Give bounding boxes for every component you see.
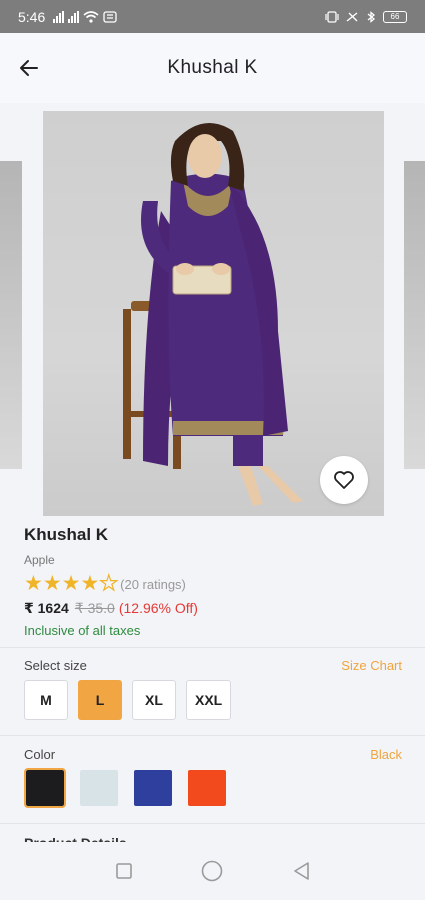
discount-label: (12.96% Off) (118, 600, 198, 616)
color-swatch[interactable] (80, 770, 118, 806)
size-options: M L XL XXL (24, 680, 232, 720)
data-icon (103, 10, 117, 23)
alarm-icon (346, 11, 358, 22)
selected-color-name: Black (370, 747, 402, 762)
divider (0, 647, 425, 648)
signal-icon (53, 10, 65, 23)
signal-icon-2 (68, 10, 80, 23)
heart-outline-icon (334, 471, 354, 489)
triangle-back-icon (294, 862, 309, 880)
mrp-price: ₹ 35.0 (74, 600, 115, 616)
select-size-label: Select size (24, 658, 87, 673)
size-option-l[interactable]: L (78, 680, 122, 720)
rating-count[interactable]: (20 ratings) (120, 577, 186, 592)
price: ₹ 1624 (24, 600, 69, 616)
size-chart-link[interactable]: Size Chart (341, 658, 402, 673)
star-filled-icon: ★ (61, 572, 81, 595)
star-empty-icon: ★ (99, 572, 119, 595)
product-image[interactable] (43, 111, 384, 516)
system-nav-bar (0, 842, 425, 900)
product-name: Khushal K (24, 525, 109, 544)
rating-row: ★ ★ ★ ★ ★ (20 ratings) (24, 572, 404, 595)
previous-image-peek[interactable] (0, 161, 22, 469)
size-option-m[interactable]: M (24, 680, 68, 720)
color-swatches (24, 768, 226, 808)
back-button[interactable] (14, 53, 44, 83)
tax-note: Inclusive of all taxes (24, 623, 141, 638)
status-left-icons (53, 10, 117, 23)
wifi-icon (83, 10, 99, 23)
status-right-icons: 66 (325, 10, 407, 23)
rating-stars: ★ ★ ★ ★ ★ (24, 572, 119, 595)
price-row: ₹ 1624 ₹ 35.0 (12.96% Off) (24, 600, 404, 617)
star-filled-icon: ★ (80, 572, 100, 595)
size-option-xl[interactable]: XL (132, 680, 176, 720)
star-filled-icon: ★ (24, 572, 43, 595)
recents-button[interactable] (112, 859, 136, 883)
product-brand: Apple (24, 553, 55, 567)
battery-icon: 66 (383, 10, 407, 23)
color-label: Color (24, 747, 56, 762)
product-info: Khushal K Apple ★ ★ ★ ★ ★ (20 ratings) ₹ 162… (24, 525, 404, 638)
product-photo (123, 123, 303, 506)
bluetooth-icon (367, 10, 376, 23)
back-nav-button[interactable] (289, 859, 313, 883)
color-swatch[interactable] (24, 768, 66, 808)
size-section-header: Select size Size Chart (24, 658, 402, 673)
circle-icon (202, 860, 223, 882)
image-carousel[interactable] (0, 103, 425, 523)
divider (0, 735, 425, 736)
arrow-left-icon (20, 60, 38, 76)
color-swatch[interactable] (188, 770, 226, 806)
status-bar: 5:46 66 (0, 0, 425, 33)
vibrate-icon (325, 10, 339, 23)
home-button[interactable] (200, 859, 224, 883)
square-icon (116, 863, 132, 879)
color-section-header: Color Black (24, 747, 402, 762)
size-option-xxl[interactable]: XXL (186, 680, 232, 720)
status-time: 5:46 (18, 8, 46, 25)
star-filled-icon: ★ (42, 572, 62, 595)
app-bar: Khushal K (0, 33, 425, 103)
color-swatch[interactable] (134, 770, 172, 806)
page-title: Khushal K (167, 57, 258, 78)
favorite-button[interactable] (320, 456, 368, 504)
next-image-peek[interactable] (404, 161, 425, 469)
divider (0, 823, 425, 824)
